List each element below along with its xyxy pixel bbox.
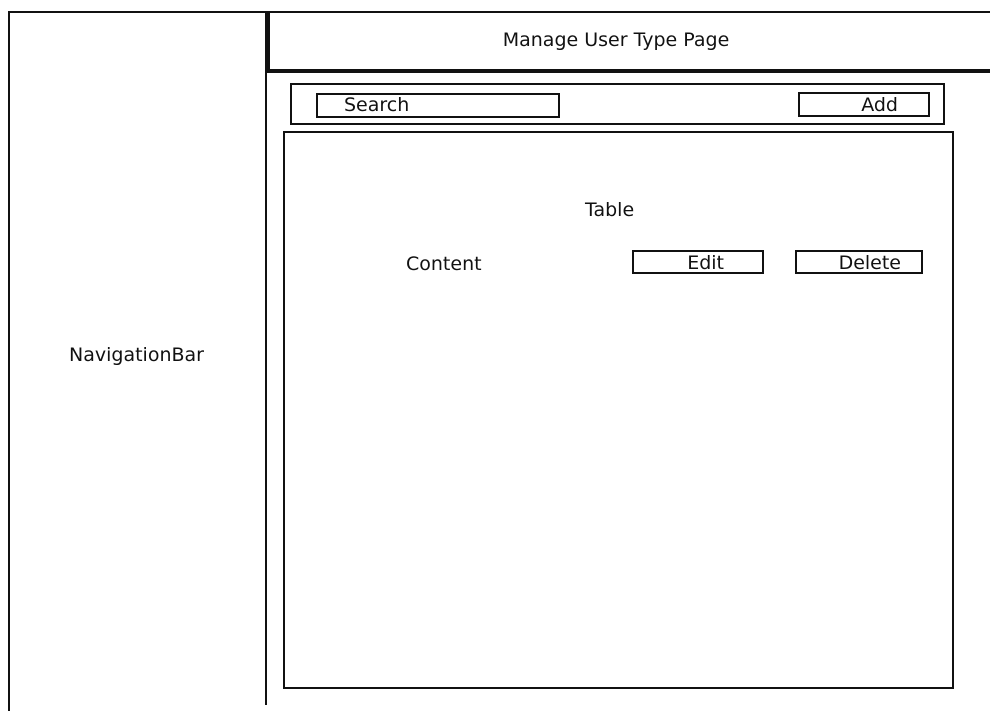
delete-button[interactable]: Delete: [795, 250, 923, 274]
search-input[interactable]: Search: [316, 93, 560, 118]
navigation-bar: NavigationBar: [8, 11, 267, 705]
add-button-label: Add: [861, 94, 898, 116]
edit-button-label: Edit: [687, 252, 724, 274]
delete-button-label: Delete: [838, 252, 901, 274]
search-input-label: Search: [344, 94, 410, 116]
page-header: Manage User Type Page: [267, 11, 990, 73]
table-title: Table: [585, 199, 635, 221]
user-type-table: Table Content Edit Delete: [283, 131, 954, 689]
toolbar: Search Add: [290, 83, 945, 125]
edit-button[interactable]: Edit: [632, 250, 764, 274]
page-title: Manage User Type Page: [502, 29, 730, 51]
add-button[interactable]: Add: [798, 92, 930, 117]
table-row-content: Content: [406, 253, 482, 275]
navigation-bar-label: NavigationBar: [69, 344, 204, 366]
